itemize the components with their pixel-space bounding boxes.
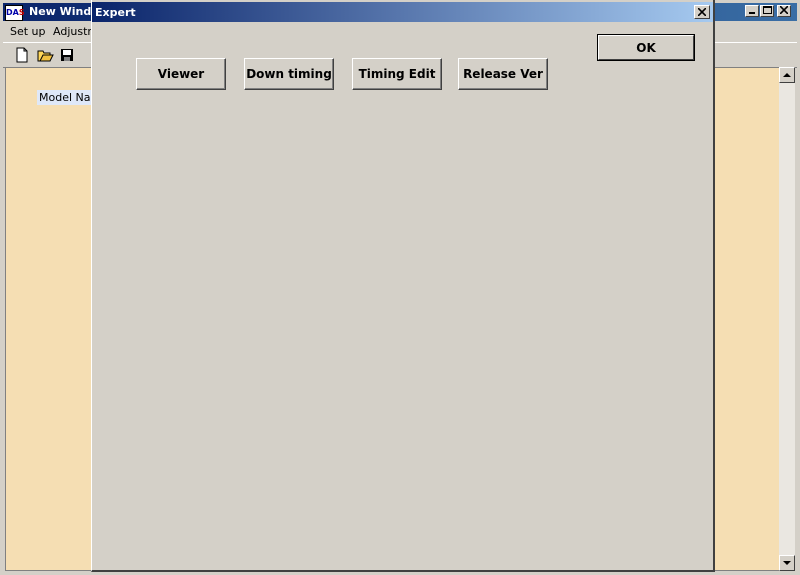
dialog-title: Expert	[95, 6, 136, 19]
minimize-icon	[749, 12, 755, 14]
release-version-button[interactable]: Release Ver	[458, 58, 548, 90]
save-disk-icon	[61, 49, 73, 61]
down-timing-button[interactable]: Down timing	[244, 58, 334, 90]
save-button[interactable]	[57, 46, 77, 64]
ok-button-label: OK	[598, 35, 694, 60]
expert-dialog: Expert OK Viewer Down timing Timing Edit…	[91, 0, 715, 572]
maximize-button[interactable]	[760, 5, 774, 17]
dialog-title-bar[interactable]: Expert	[92, 2, 713, 22]
dialog-close-button[interactable]	[694, 5, 710, 19]
new-file-icon	[16, 47, 28, 63]
menu-setup[interactable]: Set up	[10, 25, 46, 38]
ok-button[interactable]: OK	[597, 34, 695, 61]
vertical-scrollbar[interactable]	[779, 67, 795, 571]
app-icon: DAS	[5, 5, 25, 21]
new-file-button[interactable]	[12, 46, 32, 64]
scroll-up-button[interactable]	[779, 67, 795, 83]
main-window-title: New Windo	[29, 5, 99, 18]
minimize-button[interactable]	[745, 5, 759, 17]
open-folder-icon	[37, 50, 54, 62]
close-icon	[698, 8, 706, 16]
arrow-down-icon	[783, 560, 791, 565]
open-file-button[interactable]	[35, 46, 55, 64]
maximize-icon	[762, 6, 772, 14]
main-close-button[interactable]	[777, 5, 791, 17]
viewer-button[interactable]: Viewer	[136, 58, 226, 90]
close-icon	[779, 5, 789, 15]
arrow-up-icon	[783, 72, 791, 77]
timing-edit-button[interactable]: Timing Edit	[352, 58, 442, 90]
scroll-down-button[interactable]	[779, 555, 795, 571]
